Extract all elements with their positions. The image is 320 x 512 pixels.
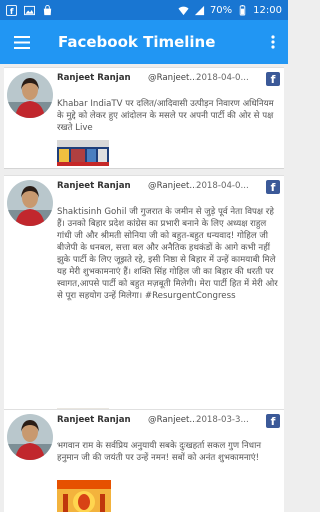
avatar[interactable] — [7, 180, 53, 226]
post-image[interactable] — [57, 480, 111, 512]
battery-icon — [239, 4, 246, 16]
overflow-menu-button[interactable] — [258, 20, 288, 64]
post-date: 2018-04-0... — [196, 73, 249, 83]
facebook-notification-icon: f — [6, 4, 17, 16]
facebook-icon[interactable]: f — [266, 180, 280, 194]
author-handle[interactable]: @Ranjeet... — [148, 181, 196, 191]
post-image[interactable] — [57, 140, 109, 170]
status-bar: f 70% 12:00 — [0, 0, 288, 20]
author-handle[interactable]: @Ranjeet... — [148, 415, 196, 425]
svg-text:f: f — [10, 6, 14, 16]
post-date: 2018-03-3... — [196, 415, 249, 425]
post-text: भगवान राम के सर्वप्रिय अनुयायी सबके दुःख… — [57, 441, 262, 463]
author-name: Ranjeet Ranjan — [57, 73, 131, 83]
menu-button[interactable] — [0, 20, 44, 64]
image-notification-icon — [24, 5, 35, 15]
avatar[interactable] — [7, 414, 53, 460]
avatar[interactable] — [7, 72, 53, 118]
more-vert-icon — [271, 35, 275, 49]
clock: 12:00 — [253, 4, 282, 16]
signal-icon — [194, 5, 205, 15]
post-card[interactable]: Ranjeet Ranjan @Ranjeet... 2018-03-3... … — [4, 409, 284, 512]
timeline-feed[interactable]: Ranjeet Ranjan @Ranjeet... 2018-04-0... … — [0, 64, 288, 512]
author-name: Ranjeet Ranjan — [57, 181, 131, 191]
author-handle[interactable]: @Ranjeet... — [148, 73, 196, 83]
wifi-icon — [178, 6, 189, 15]
battery-percent: 70% — [209, 4, 233, 16]
shop-notification-icon — [43, 4, 52, 15]
app-bar: Facebook Timeline — [0, 20, 288, 64]
post-text: Khabar IndiaTV पर दलित/आदिवासी उत्पीड़न … — [57, 99, 274, 133]
post-card[interactable]: Ranjeet Ranjan @Ranjeet... 2018-04-0... … — [4, 67, 284, 169]
author-name: Ranjeet Ranjan — [57, 415, 131, 425]
app-title: Facebook Timeline — [58, 33, 216, 51]
hamburger-icon — [14, 35, 30, 49]
facebook-icon[interactable]: f — [266, 72, 280, 86]
facebook-icon[interactable]: f — [266, 414, 280, 428]
post-text: Shaktisinh Gohil जी गुजरात के जमीन से जु… — [57, 207, 278, 301]
post-date: 2018-04-0... — [196, 181, 249, 191]
